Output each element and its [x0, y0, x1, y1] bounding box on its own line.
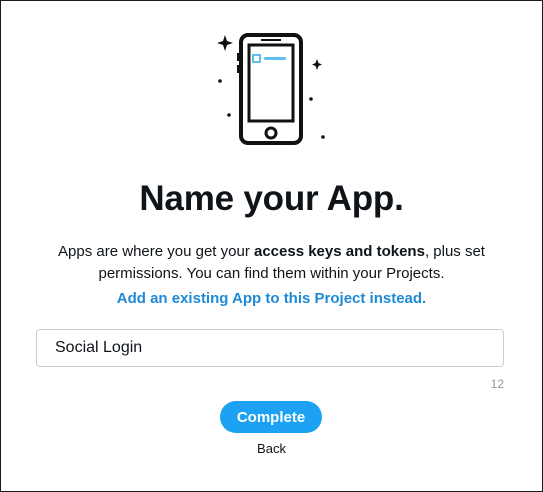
- complete-button[interactable]: Complete: [220, 401, 322, 433]
- create-app-dialog: Name your App. Apps are where you get yo…: [0, 0, 543, 492]
- character-counter: 12: [490, 377, 504, 391]
- app-name-field[interactable]: [36, 329, 504, 367]
- dialog-description: Apps are where you get your access keys …: [41, 241, 502, 285]
- back-link[interactable]: Back: [1, 441, 542, 456]
- phone-illustration-icon: [217, 33, 325, 145]
- add-existing-app-link[interactable]: Add an existing App to this Project inst…: [1, 290, 542, 307]
- description-text-bold: access keys and tokens: [253, 243, 425, 260]
- app-name-input[interactable]: [37, 330, 503, 366]
- dialog-title: Name your App.: [139, 179, 404, 218]
- description-text-start: Apps are where you get your: [58, 243, 254, 260]
